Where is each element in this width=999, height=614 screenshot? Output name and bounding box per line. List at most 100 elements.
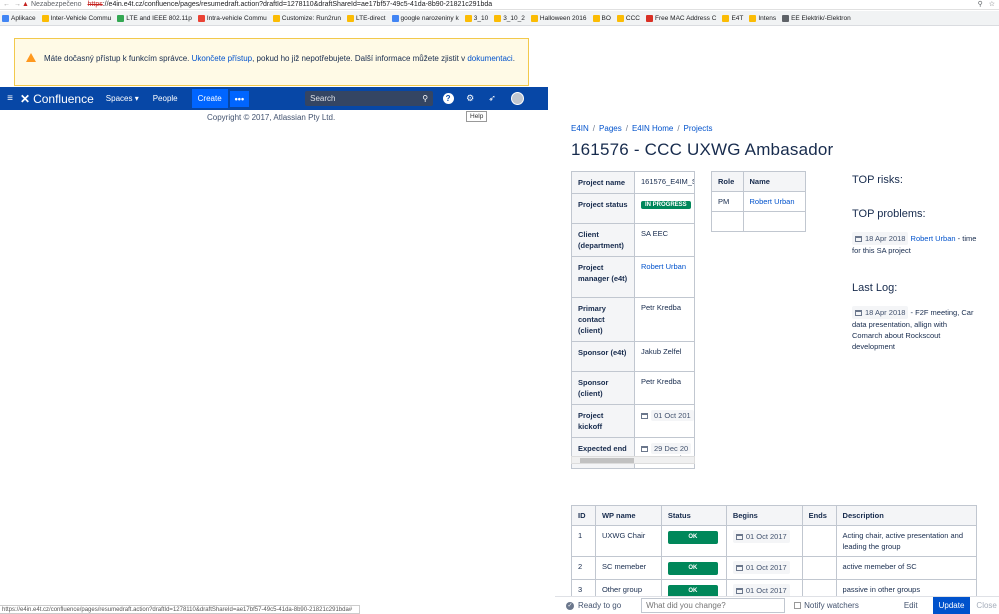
bookmark-item[interactable]: Intens	[749, 14, 776, 22]
more-create-button[interactable]: •••	[229, 90, 250, 107]
avatar[interactable]	[511, 92, 525, 105]
warning-icon: ▲	[22, 1, 29, 8]
date-lozenge: 18 Apr 2018	[852, 232, 909, 245]
close-button[interactable]: Close	[976, 601, 996, 610]
notifications-icon[interactable]: ➶	[485, 92, 499, 106]
browser-address-bar[interactable]: ← → ▲ Nezabezpečeno https://e4in.e4t.cz/c…	[0, 0, 999, 10]
wp-cell-id: 1	[571, 525, 596, 557]
bookmark-item[interactable]: EE Elektrik/-Elektron	[782, 14, 851, 22]
user-link[interactable]: Robert Urban	[641, 262, 686, 271]
summary-panel: TOP risks: TOP problems: 18 Apr 2018 Rob…	[852, 174, 977, 374]
banner-text: Máte dočasný přístup k funkcím správce.	[44, 54, 192, 63]
confluence-logo[interactable]: ✕ Confluence	[20, 92, 94, 106]
table-row: 1 UXWG Chair OK 01 Oct 2017 Acting chair, ac…	[571, 525, 978, 557]
status-badge: IN PROGRESS	[641, 201, 691, 209]
roles-header-role: Role	[711, 171, 744, 192]
bookmark-item[interactable]: Customize: Run2run	[272, 14, 341, 22]
documentation-link[interactable]: dokumentaci	[467, 54, 512, 63]
notify-watchers-checkbox[interactable]: Notify watchers	[794, 601, 859, 610]
zoom-icon[interactable]: ⚲	[978, 0, 983, 8]
date-lozenge: 18 Apr 2018	[852, 306, 909, 319]
user-link[interactable]: Robert Urban	[750, 197, 795, 206]
property-label: Client (department)	[571, 223, 635, 257]
breadcrumb-link[interactable]: Pages	[599, 124, 622, 133]
bookmark-item[interactable]: 3_10	[464, 14, 488, 22]
wp-cell-desc: active memeber of SC	[835, 556, 978, 580]
search-input[interactable]: Search ⚲	[305, 91, 434, 106]
star-icon[interactable]: ☆	[989, 0, 995, 8]
breadcrumb-link[interactable]: E4IN	[571, 124, 589, 133]
bookmark-icon	[272, 14, 280, 22]
wp-cell-begins: 01 Oct 2017	[725, 556, 803, 580]
date-lozenge: 01 Oct 2017	[732, 561, 790, 574]
bookmark-icon	[722, 14, 730, 22]
property-label: Sponsor (client)	[571, 371, 635, 405]
breadcrumb-link[interactable]: E4IN Home	[632, 124, 673, 133]
calendar-icon	[735, 588, 743, 594]
bookmark-item[interactable]: Aplikace	[2, 14, 36, 22]
security-label: Nezabezpečeno	[30, 1, 82, 8]
date-lozenge: 29 Dec 20	[651, 443, 692, 454]
top-risks-heading: TOP risks:	[852, 174, 903, 186]
calendar-icon	[735, 565, 743, 571]
bookmark-item[interactable]: CCC	[616, 14, 640, 22]
forward-icon[interactable]: →	[14, 1, 21, 8]
check-icon: ✓	[566, 601, 574, 610]
log-entry: 18 Apr 2018 - F2F meeting, Car data pres…	[852, 306, 974, 351]
spaces-menu[interactable]: Spaces ▾	[106, 94, 139, 103]
edit-button[interactable]: Edit	[904, 601, 918, 610]
property-label: Project status	[571, 193, 635, 224]
breadcrumb-separator: /	[677, 124, 680, 133]
table-row: Primary contact (client) Petr Kredba	[571, 297, 695, 342]
calendar-icon	[735, 534, 743, 540]
bookmark-item[interactable]: E4T	[722, 14, 743, 22]
bookmark-icon	[347, 14, 355, 22]
create-button[interactable]: Create	[191, 89, 228, 108]
settings-icon[interactable]: ⚙	[463, 92, 477, 106]
last-log-heading: Last Log:	[852, 282, 898, 294]
bookmark-icon	[616, 14, 624, 22]
help-tooltip: Help	[466, 111, 488, 122]
checkbox-icon[interactable]	[794, 602, 802, 609]
exit-access-link[interactable]: Ukončete přístup	[192, 54, 252, 63]
bookmark-icon	[530, 14, 538, 22]
update-button[interactable]: Update	[932, 597, 971, 614]
url-text[interactable]: https://e4in.e4t.cz/confluence/pages/res…	[88, 1, 493, 8]
change-comment-input[interactable]	[641, 598, 786, 613]
status-badge: OK	[667, 531, 718, 544]
menu-icon[interactable]: ≡	[0, 93, 20, 104]
back-icon[interactable]: ←	[3, 1, 10, 8]
role-cell	[711, 211, 744, 232]
ready-status: ✓ Ready to go	[566, 601, 622, 610]
wp-header: WP name	[594, 505, 662, 526]
bookmark-item[interactable]: Intra-vehicle Commu	[197, 14, 267, 22]
table-horizontal-scrollbar[interactable]	[571, 456, 695, 464]
bookmark-item[interactable]: Inter-Vehicle Commu	[41, 14, 111, 22]
bookmark-item[interactable]: 3_10_2	[494, 14, 525, 22]
table-row: Sponsor (client) Petr Kredba	[571, 371, 695, 405]
bookmark-item[interactable]: LTE and IEEE 802.11p	[117, 14, 192, 22]
work-packages-table: ID WP name Status Begins Ends Description 1 UX…	[571, 505, 978, 603]
people-link[interactable]: People	[153, 94, 178, 103]
bookmark-item[interactable]: BO	[592, 14, 611, 22]
browser-status-url: https://e4in.e4t.cz/confluence/pages/res…	[0, 605, 360, 614]
breadcrumb-link[interactable]: Projects	[684, 124, 713, 133]
property-value: 161576_E4IM_S	[634, 171, 695, 194]
property-value: IN PROGRESS	[634, 193, 695, 224]
breadcrumb: E4IN / Pages / E4IN Home / Projects	[571, 124, 712, 133]
bookmark-item[interactable]: Free MAC Address C	[646, 14, 716, 22]
user-link[interactable]: Robert Urban	[911, 234, 956, 243]
wp-cell-ends	[801, 525, 837, 557]
confluence-logo-icon: ✕	[20, 91, 31, 106]
date-lozenge: 01 Oct 201	[651, 410, 694, 421]
scrollbar-thumb[interactable]	[580, 458, 634, 463]
bookmark-item[interactable]: Halloween 2016	[530, 14, 587, 22]
name-cell: Robert Urban	[742, 191, 806, 212]
bookmark-icon	[2, 14, 9, 22]
bookmark-item[interactable]: LTE-direct	[347, 14, 386, 22]
property-value: Robert Urban	[634, 256, 695, 298]
help-button[interactable]: ?	[441, 92, 455, 106]
property-label: Project kickoff	[571, 404, 635, 438]
wp-header: Status	[660, 505, 727, 526]
bookmark-item[interactable]: google narozeniny k	[391, 14, 459, 22]
